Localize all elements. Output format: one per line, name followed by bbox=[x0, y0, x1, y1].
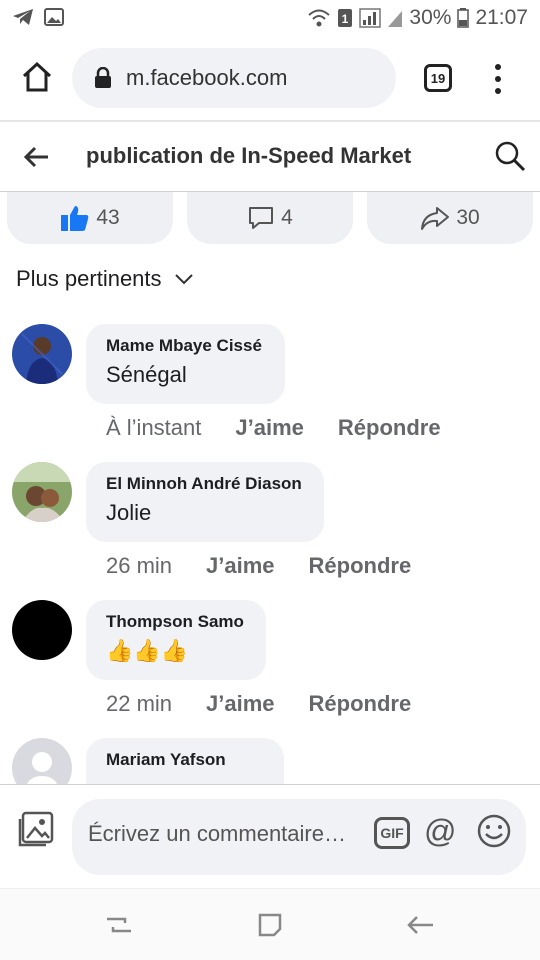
comment-text: Jolie bbox=[106, 500, 152, 525]
url-bar[interactable]: m.facebook.com bbox=[72, 48, 396, 108]
comment-item: Mariam Yafson bbox=[0, 738, 540, 784]
avatar[interactable] bbox=[12, 600, 72, 660]
wifi-icon bbox=[308, 9, 331, 27]
avatar[interactable] bbox=[12, 462, 72, 522]
share-count: 30 bbox=[456, 206, 480, 229]
avatar[interactable] bbox=[12, 738, 72, 784]
photo-icon[interactable] bbox=[18, 811, 54, 847]
chevron-down-icon bbox=[174, 274, 193, 285]
comment-author[interactable]: Mame Mbaye Cissé bbox=[106, 336, 265, 356]
signal2-icon bbox=[388, 11, 403, 27]
reply-link[interactable]: Répondre bbox=[338, 415, 441, 441]
system-nav-bar bbox=[0, 888, 540, 960]
comment-time[interactable]: 26 min bbox=[106, 553, 172, 579]
comment-meta: 22 min J’aime Répondre bbox=[106, 691, 411, 717]
comment-bubble: Thompson Samo 👍👍👍 bbox=[86, 600, 266, 680]
comment-bubble: Mame Mbaye Cissé Sénégal bbox=[86, 324, 285, 404]
sim-icon: 1 bbox=[338, 9, 353, 27]
back-nav-icon[interactable] bbox=[405, 909, 437, 941]
reply-link[interactable]: Répondre bbox=[309, 553, 412, 579]
at-icon[interactable]: @ bbox=[424, 813, 456, 850]
battery-percent: 30% bbox=[409, 6, 452, 29]
emoji-icon[interactable] bbox=[476, 813, 512, 849]
home-nav-icon[interactable] bbox=[254, 909, 286, 941]
like-button[interactable]: 43 bbox=[7, 192, 173, 244]
lock-icon bbox=[95, 67, 111, 88]
comment-composer: Écrivez un commentaire… GIF @ bbox=[0, 784, 540, 888]
sort-label: Plus pertinents bbox=[16, 266, 162, 291]
status-bar: 1 30% 21:07 bbox=[0, 0, 540, 36]
signal-icon bbox=[359, 8, 382, 28]
like-count: 43 bbox=[96, 206, 120, 229]
comment-icon bbox=[249, 207, 274, 229]
comment-input-placeholder: Écrivez un commentaire… bbox=[88, 821, 346, 846]
reply-link[interactable]: Répondre bbox=[309, 691, 412, 717]
home-icon[interactable] bbox=[20, 60, 54, 94]
comment-meta: À l’instant J’aime Répondre bbox=[106, 415, 441, 441]
gif-icon[interactable]: GIF bbox=[374, 817, 410, 849]
comment-time[interactable]: 22 min bbox=[106, 691, 172, 717]
url-text: m.facebook.com bbox=[126, 65, 288, 90]
sort-dropdown[interactable]: Plus pertinents bbox=[16, 266, 194, 292]
comment-text: 👍👍👍 bbox=[106, 638, 189, 663]
telegram-icon bbox=[13, 9, 33, 25]
comment-author[interactable]: El Minnoh André Diason bbox=[106, 474, 304, 494]
like-link[interactable]: J’aime bbox=[206, 553, 275, 579]
comment-button[interactable]: 4 bbox=[187, 192, 353, 244]
clock: 21:07 bbox=[475, 6, 528, 29]
page-title: publication de In-Speed Market bbox=[86, 143, 412, 168]
gallery-icon bbox=[44, 8, 64, 26]
comment-author[interactable]: Mariam Yafson bbox=[106, 750, 264, 770]
back-arrow-icon[interactable] bbox=[22, 143, 50, 171]
share-button[interactable]: 30 bbox=[367, 192, 533, 244]
avatar[interactable] bbox=[12, 324, 72, 384]
menu-icon[interactable] bbox=[490, 64, 506, 94]
like-link[interactable]: J’aime bbox=[235, 415, 304, 441]
comment-text: Sénégal bbox=[106, 362, 187, 387]
browser-toolbar: m.facebook.com 19 bbox=[0, 36, 540, 122]
reaction-bar: 43 4 30 bbox=[0, 192, 540, 246]
tabs-button[interactable]: 19 bbox=[424, 64, 452, 92]
comment-meta: 26 min J’aime Répondre bbox=[106, 553, 411, 579]
tab-count: 19 bbox=[430, 70, 446, 86]
like-link[interactable]: J’aime bbox=[206, 691, 275, 717]
share-icon bbox=[421, 207, 450, 230]
like-icon bbox=[61, 206, 89, 231]
comment-input[interactable]: Écrivez un commentaire… GIF @ bbox=[72, 799, 526, 875]
search-icon[interactable] bbox=[494, 140, 526, 172]
recent-apps-icon[interactable] bbox=[103, 909, 135, 941]
page-header: publication de In-Speed Market bbox=[0, 122, 540, 192]
battery-icon bbox=[457, 8, 470, 28]
comment-count: 4 bbox=[281, 206, 293, 229]
svg-text:1: 1 bbox=[342, 12, 349, 26]
comment-time[interactable]: À l’instant bbox=[106, 415, 201, 441]
gif-label: GIF bbox=[380, 825, 404, 841]
comment-bubble: Mariam Yafson bbox=[86, 738, 284, 784]
comment-author[interactable]: Thompson Samo bbox=[106, 612, 246, 632]
comment-bubble: El Minnoh André Diason Jolie bbox=[86, 462, 324, 542]
